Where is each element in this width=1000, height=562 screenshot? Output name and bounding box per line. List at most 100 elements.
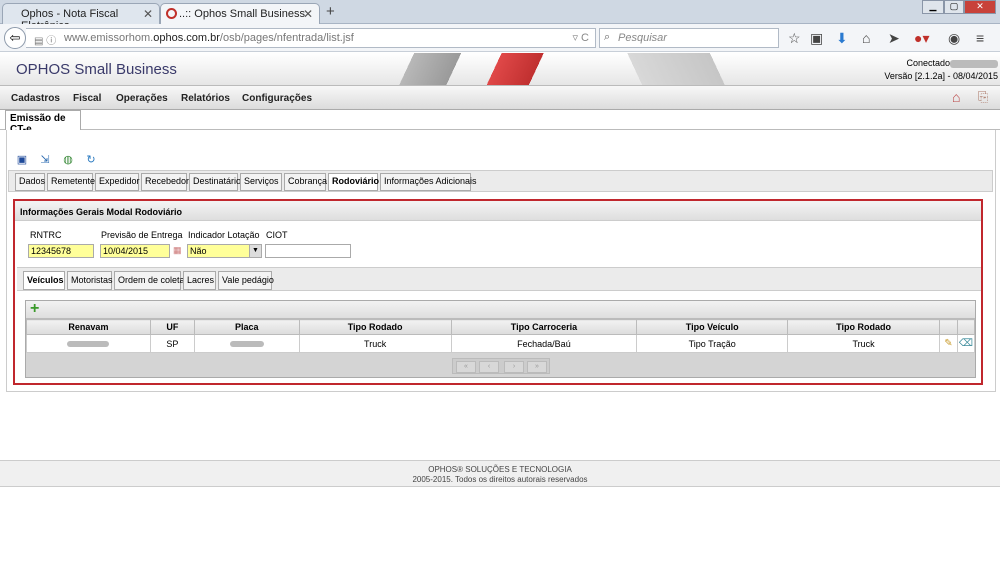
tab-servicos[interactable]: Serviços [240,173,282,191]
tab-vale-pedagio[interactable]: Vale pedágio [218,271,274,290]
pager-prev-button[interactable]: ‹ [479,361,499,373]
browser-tab-bar: Ophos - Nota Fiscal Eletrônica ✕ ..:: Op… [0,0,1000,32]
chevron-down-icon[interactable]: ▼ [249,245,261,257]
reload-icon[interactable]: ▿ C [572,31,589,44]
modal-rodoviario-section: Informações Gerais Modal Rodoviário RNTR… [13,199,983,385]
tab-expedidor[interactable]: Expedidor [95,173,140,191]
edit-icon[interactable]: ✎ [944,338,952,349]
tab-ordem-coleta[interactable]: Ordem de coleta [114,271,185,290]
pager-first-button[interactable]: « [456,361,476,373]
app-header: OPHOS Small Business Conectado Versão [2… [0,53,1000,86]
tab-lacres[interactable]: Lacres [183,271,216,290]
ciot-input[interactable] [265,244,351,258]
globe-icon[interactable]: ◍ [61,153,75,167]
maximize-button[interactable]: ▢ [944,0,964,14]
indicador-lotacao-select[interactable]: Não ▼ [187,244,262,258]
previsao-entrega-input[interactable]: 10/04/2015 [100,244,170,258]
calendar-icon[interactable]: ▦ [173,245,182,256]
chat-icon[interactable]: ◉ [948,30,960,47]
header-decoration [560,53,820,85]
close-icon[interactable]: ✕ [303,7,313,21]
url-prefix: www.emissorhom. [64,32,154,44]
previsao-entrega-label: Previsão de Entrega [101,230,183,240]
pager-next-button[interactable]: › [504,361,524,373]
col-tipo-veiculo[interactable]: Tipo Veículo [636,319,789,335]
tab-motoristas[interactable]: Motoristas [67,271,113,290]
refresh-icon[interactable]: ↻ [84,153,98,167]
minimize-button[interactable]: ▁ [922,0,944,14]
page-info-icon[interactable]: ▤ ⓘ [34,32,56,47]
delete-icon[interactable]: ⌫ [959,338,973,349]
tab-cobranca[interactable]: Cobrança [284,173,327,191]
indicador-lotacao-label: Indicador Lotação [188,230,260,240]
tab-dados[interactable]: Dados [15,173,45,191]
menu-relatorios[interactable]: Relatórios [181,93,230,104]
connected-label: Conectado [906,58,950,68]
rntrc-input[interactable]: 12345678 [28,244,94,258]
browser-tab-title: ..:: Ophos Small Business [179,8,305,20]
col-placa[interactable]: Placa [193,319,300,335]
tab-rodoviario[interactable]: Rodoviário [328,173,379,191]
vehicle-subtabs: Veículos Motoristas Ordem de coleta Lacr… [17,267,981,291]
home-icon[interactable]: ⌂ [952,89,960,105]
tab-destinatario[interactable]: Destinatário [189,173,241,191]
cell-edit: ✎ [938,334,958,353]
col-edit [938,319,958,335]
adblock-icon[interactable]: ●▾ [914,30,929,47]
grid-pager: « ‹ › » [452,358,550,374]
url-bar[interactable]: ▤ ⓘ www.emissorhom.ophos.com.br/osb/page… [26,28,596,48]
tab-remetente[interactable]: Remetente [47,173,95,191]
home-browser-icon[interactable]: ⌂ [862,30,870,46]
menu-operacoes[interactable]: Operações [116,93,168,104]
cte-tabs: Dados Remetente Expedidor Recebedor Dest… [8,170,993,192]
tab-emissao-cte[interactable]: Emissão de CT-e [5,110,81,135]
cell-delete: ⌫ [956,334,976,353]
footer-company: OPHOS® SOLUÇÕES E TECNOLOGIA [428,465,572,474]
search-input[interactable]: ⌕ Pesquisar [599,28,779,48]
page-tabs: Emissão de CT-e [0,110,1000,135]
back-button[interactable]: ⇦ [4,27,26,49]
browser-tab-osb[interactable]: ..:: Ophos Small Business ✕ [160,3,320,24]
window-close-button[interactable]: ✕ [964,0,996,14]
exit-icon[interactable]: ⎘ [978,89,988,105]
col-tipo-carroceria[interactable]: Tipo Carroceria [450,319,638,335]
header-decoration [470,53,560,85]
cell-placa [193,334,300,353]
placa-blurred [229,340,264,347]
cell-tipo-rodado-2: Truck [787,334,940,353]
menu-cadastros[interactable]: Cadastros [11,93,60,104]
tab-recebedor[interactable]: Recebedor [141,173,189,191]
col-renavam[interactable]: Renavam [26,319,151,335]
close-icon[interactable]: ✕ [143,7,153,21]
renavam-blurred [67,340,110,347]
send-icon[interactable]: ➤ [888,30,900,47]
url-path: /osb/pages/nfentrada/list.jsf [219,32,354,44]
menu-icon[interactable]: ≡ [976,30,984,46]
page-footer: OPHOS® SOLUÇÕES E TECNOLOGIA 2005-2015. … [0,460,1000,487]
download-icon[interactable]: ⬇ [836,30,848,47]
col-tipo-rodado[interactable]: Tipo Rodado [298,319,452,335]
save-icon[interactable]: ▣ [15,153,29,167]
url-domain: ophos.com.br [153,32,220,44]
bookmarks-list-icon[interactable]: ▣ [810,30,823,47]
rntrc-label: RNTRC [30,230,62,240]
connection-info: Conectado Versão [2.1.2a] - 08/04/2015 [884,57,998,83]
import-icon[interactable]: ⇲ [38,153,52,167]
col-delete [956,319,976,335]
add-icon[interactable]: + [30,300,39,318]
pager-last-button[interactable]: » [527,361,547,373]
new-tab-icon[interactable]: + [326,3,335,20]
table-row[interactable]: SP Truck Fechada/Baú Tipo Tração Truck ✎… [26,334,976,353]
col-tipo-rodado-2[interactable]: Tipo Rodado [787,319,940,335]
col-uf[interactable]: UF [149,319,195,335]
version-label: Versão [2.1.2a] - 08/04/2015 [884,71,998,81]
menu-fiscal[interactable]: Fiscal [73,93,101,104]
search-placeholder: Pesquisar [618,32,667,44]
browser-tab-nfe[interactable]: Ophos - Nota Fiscal Eletrônica ✕ [2,3,160,32]
tab-veiculos[interactable]: Veículos [23,271,65,290]
tab-informacoes-adicionais[interactable]: Informações Adicionais [380,173,477,191]
bookmark-star-icon[interactable]: ☆ [788,30,801,47]
opera-icon [166,8,177,19]
menu-configuracoes[interactable]: Configurações [242,93,312,104]
table-header-row: Renavam UF Placa Tipo Rodado Tipo Carroc… [26,319,976,335]
